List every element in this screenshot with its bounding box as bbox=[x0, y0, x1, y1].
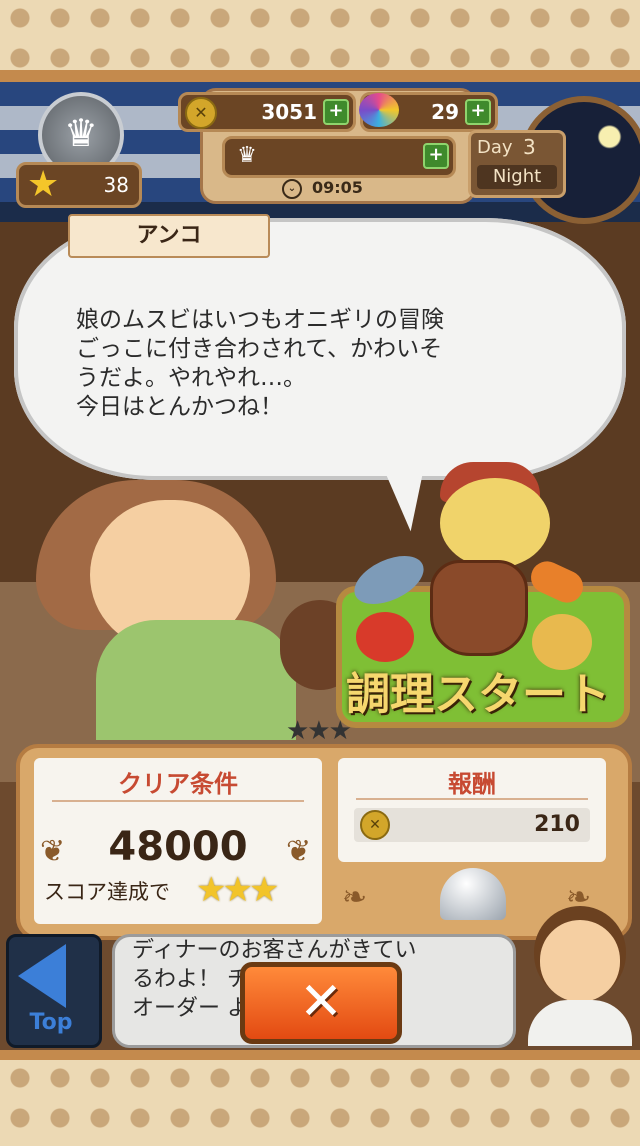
speaker-name: アンコ bbox=[68, 214, 270, 258]
pot-icon bbox=[430, 560, 528, 656]
chef-character-body bbox=[96, 620, 296, 740]
bottom-border bbox=[0, 1050, 640, 1146]
chef-hat-icon: ♛ bbox=[237, 143, 257, 168]
star-counter: ★ 38 bbox=[16, 162, 142, 208]
clear-note: スコア達成で bbox=[44, 880, 170, 904]
top-border bbox=[0, 0, 640, 82]
candy-icon bbox=[359, 93, 399, 127]
dialog-text: 娘のムスビはいつもオニギリの冒険 ごっこに付き合わされて、かわいそ うだよ。やれ… bbox=[76, 307, 444, 420]
day-label: Day bbox=[477, 137, 513, 158]
coin-icon: ✕ bbox=[185, 97, 217, 129]
add-dish-button[interactable]: + bbox=[423, 143, 449, 169]
divider bbox=[52, 800, 304, 802]
coin-counter: ✕ 3051 + bbox=[178, 92, 356, 132]
day-indicator: Day 3 Night bbox=[468, 130, 566, 198]
reward-title: 報酬 bbox=[448, 770, 496, 798]
candy-counter: 29 + bbox=[359, 92, 498, 132]
rating-stars: ★★★ bbox=[286, 716, 352, 746]
clear-condition-title: クリア条件 bbox=[118, 770, 238, 798]
candy-count: 29 bbox=[431, 100, 459, 124]
add-coins-button[interactable]: + bbox=[323, 99, 349, 125]
close-button[interactable]: ✕ bbox=[240, 962, 402, 1044]
coin-count: 3051 bbox=[261, 100, 317, 124]
target-score: 48000 bbox=[108, 824, 248, 870]
girl-character bbox=[440, 478, 550, 568]
phase-label: Night bbox=[477, 165, 557, 189]
clear-stars: ★★★ bbox=[196, 870, 279, 910]
back-arrow-icon[interactable] bbox=[18, 944, 66, 1008]
clock-icon: ⌄ bbox=[282, 178, 302, 199]
star-count: 38 bbox=[103, 173, 129, 197]
day-number: 3 bbox=[523, 135, 536, 159]
ornament-left-icon: ❧ bbox=[342, 880, 368, 915]
add-candy-button[interactable]: + bbox=[465, 99, 491, 125]
ornament-right-icon: ❧ bbox=[566, 880, 592, 915]
reward-value: 210 bbox=[534, 812, 580, 837]
star-icon: ★ bbox=[27, 164, 60, 205]
waitress-character bbox=[540, 920, 620, 1002]
tomato-icon bbox=[356, 612, 414, 662]
top-back-label[interactable]: Top bbox=[6, 1010, 96, 1035]
cook-start-label[interactable]: 調理スタート bbox=[340, 658, 616, 722]
coin-icon: ✕ bbox=[360, 810, 390, 840]
clock-time: 09:05 bbox=[312, 178, 363, 197]
clock: ⌄ 09:05 bbox=[282, 178, 382, 200]
divider bbox=[356, 798, 588, 800]
dish-counter: ♛ + bbox=[222, 136, 456, 178]
